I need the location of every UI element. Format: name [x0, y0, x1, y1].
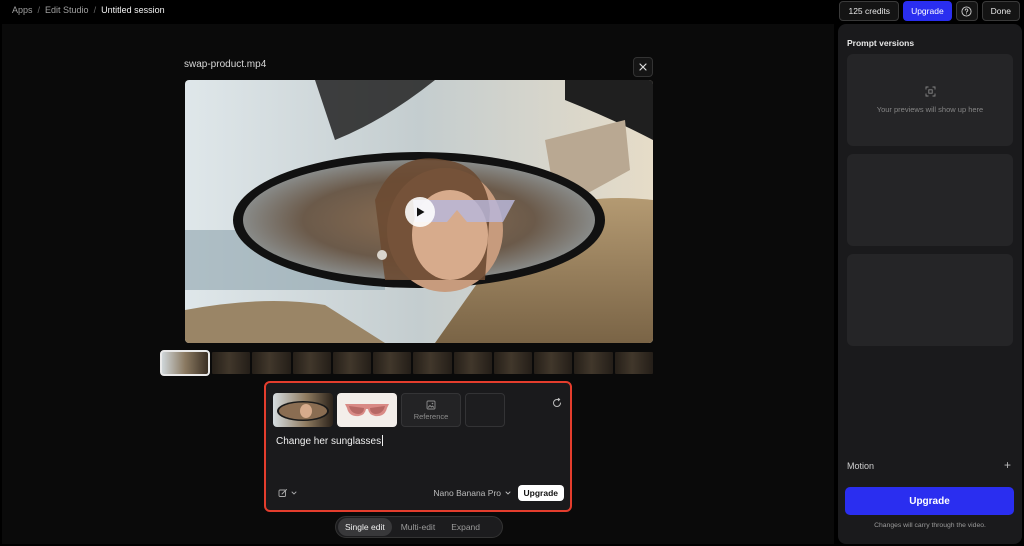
motion-label: Motion	[847, 461, 875, 471]
credits-button[interactable]: 125 credits	[839, 1, 900, 21]
timeline-frame-selected[interactable]	[160, 350, 210, 376]
preview-card	[847, 154, 1013, 246]
panel-note: Changes will carry through the video.	[874, 522, 986, 529]
mode-single-edit[interactable]: Single edit	[338, 518, 392, 536]
close-icon	[639, 63, 647, 71]
breadcrumb-apps[interactable]: Apps	[12, 5, 33, 15]
timeline-frame[interactable]	[614, 352, 653, 374]
reset-icon	[553, 397, 561, 407]
timeline-frame[interactable]	[453, 352, 492, 374]
add-motion-button[interactable]: +	[1004, 458, 1011, 472]
model-label: Nano Banana Pro	[433, 488, 501, 498]
timeline-frame[interactable]	[413, 352, 452, 374]
edit-icon	[278, 489, 287, 497]
timeline-strip[interactable]	[160, 350, 653, 376]
chevron-down-icon	[505, 491, 511, 495]
timeline-frame[interactable]	[252, 352, 291, 374]
sunglasses-image	[345, 404, 389, 417]
panel-title: Prompt versions	[847, 38, 915, 48]
edit-mode-switch: Single edit Multi-edit Expand	[335, 516, 503, 538]
prompt-versions-panel: Prompt versions Your previews will show …	[838, 24, 1022, 544]
breadcrumb: Apps / Edit Studio / Untitled session	[12, 5, 165, 15]
breadcrumb-separator: /	[37, 5, 41, 15]
breadcrumb-separator: /	[93, 5, 97, 15]
sunglasses-reference-thumbnail[interactable]	[337, 393, 397, 427]
panel-upgrade-button[interactable]: Upgrade	[845, 487, 1014, 515]
image-add-icon	[426, 400, 436, 409]
play-icon	[417, 207, 425, 217]
timeline-frame[interactable]	[373, 352, 412, 374]
source-frame-thumbnail[interactable]	[273, 393, 333, 427]
empty-reference-slot[interactable]	[465, 393, 505, 427]
upgrade-button[interactable]: Upgrade	[903, 1, 952, 21]
top-toolbar: 125 credits Upgrade Done	[839, 1, 1020, 21]
timeline-frame[interactable]	[534, 352, 573, 374]
preview-placeholder: Your previews will show up here	[876, 105, 984, 114]
video-preview[interactable]	[185, 80, 653, 343]
source-frame-image	[277, 401, 329, 421]
model-selector[interactable]: Nano Banana Pro	[433, 488, 512, 498]
reset-button[interactable]	[552, 395, 562, 413]
add-reference-button[interactable]: Reference	[401, 393, 461, 427]
video-filename: swap-product.mp4	[184, 59, 267, 70]
help-button[interactable]	[955, 1, 978, 21]
timeline-frame[interactable]	[292, 352, 331, 374]
prompt-box: Reference Change her sunglasses Nano Ban…	[264, 381, 572, 512]
question-circle-icon	[961, 5, 972, 17]
prompt-upgrade-button[interactable]: Upgrade	[517, 485, 564, 501]
timeline-frame[interactable]	[332, 352, 372, 374]
close-video-button[interactable]	[633, 57, 653, 77]
prompt-input[interactable]: Change her sunglasses	[276, 435, 383, 447]
preview-card: Your previews will show up here	[847, 54, 1013, 146]
chevron-down-icon	[291, 491, 297, 495]
scan-frame-icon	[925, 86, 935, 97]
breadcrumb-session: Untitled session	[101, 5, 165, 15]
mode-expand[interactable]: Expand	[444, 518, 487, 536]
breadcrumb-edit-studio[interactable]: Edit Studio	[45, 5, 89, 15]
timeline-frame[interactable]	[212, 352, 251, 374]
timeline-frame[interactable]	[493, 352, 533, 374]
mode-multi-edit[interactable]: Multi-edit	[394, 518, 442, 536]
play-button[interactable]	[405, 197, 435, 227]
timeline-frame[interactable]	[574, 352, 613, 374]
edit-tool-dropdown[interactable]	[278, 488, 298, 498]
reference-label: Reference	[413, 411, 449, 421]
preview-card	[847, 254, 1013, 346]
done-button[interactable]: Done	[981, 1, 1020, 21]
